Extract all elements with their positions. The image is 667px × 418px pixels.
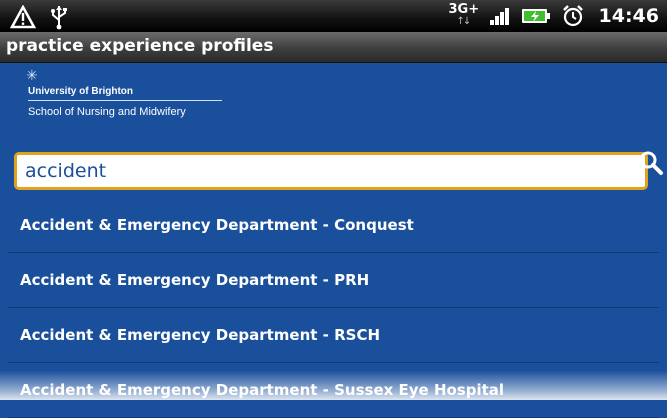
status-bar: 3G+ ↑↓ 14:46 <box>0 0 667 32</box>
usb-icon <box>51 6 67 30</box>
search-input[interactable] <box>14 152 648 190</box>
logo-divider <box>28 100 222 101</box>
list-item[interactable]: Accident & Emergency Department - Conque… <box>8 198 659 253</box>
list-item[interactable]: Accident & Emergency Department - RSCH <box>8 308 659 363</box>
list-item-label: Accident & Emergency Department - Conque… <box>20 216 414 234</box>
list-item-label: Accident & Emergency Department - PRH <box>20 271 370 289</box>
logo-school-name: School of Nursing and Midwifery <box>28 106 186 118</box>
warning-triangle-icon <box>10 5 36 29</box>
data-arrows-icon: ↑↓ <box>456 16 472 27</box>
results-list: Accident & Emergency Department - Conque… <box>8 198 659 418</box>
search-icon[interactable] <box>638 150 664 176</box>
status-time: 14:46 <box>598 5 659 27</box>
list-item[interactable]: Accident & Emergency Department - PRH <box>8 253 659 308</box>
list-item[interactable]: Accident & Emergency Department - Sussex… <box>8 363 659 418</box>
alarm-clock-icon <box>562 5 583 27</box>
signal-strength-icon <box>489 8 509 25</box>
network-indicator: 3G+ ↑↓ <box>448 2 480 30</box>
logo-star-icon: ✳ <box>26 68 38 84</box>
university-logo: ✳ University of Brighton School of Nursi… <box>20 68 230 148</box>
app-title-bar: practice experience profiles <box>0 32 667 63</box>
app-title: practice experience profiles <box>6 36 274 56</box>
logo-university-name: University of Brighton <box>28 86 134 97</box>
battery-charging-icon <box>521 9 550 23</box>
list-item-label: Accident & Emergency Department - RSCH <box>20 326 381 344</box>
network-type-label: 3G+ <box>448 2 480 17</box>
list-item-label: Accident & Emergency Department - Sussex… <box>20 381 505 399</box>
